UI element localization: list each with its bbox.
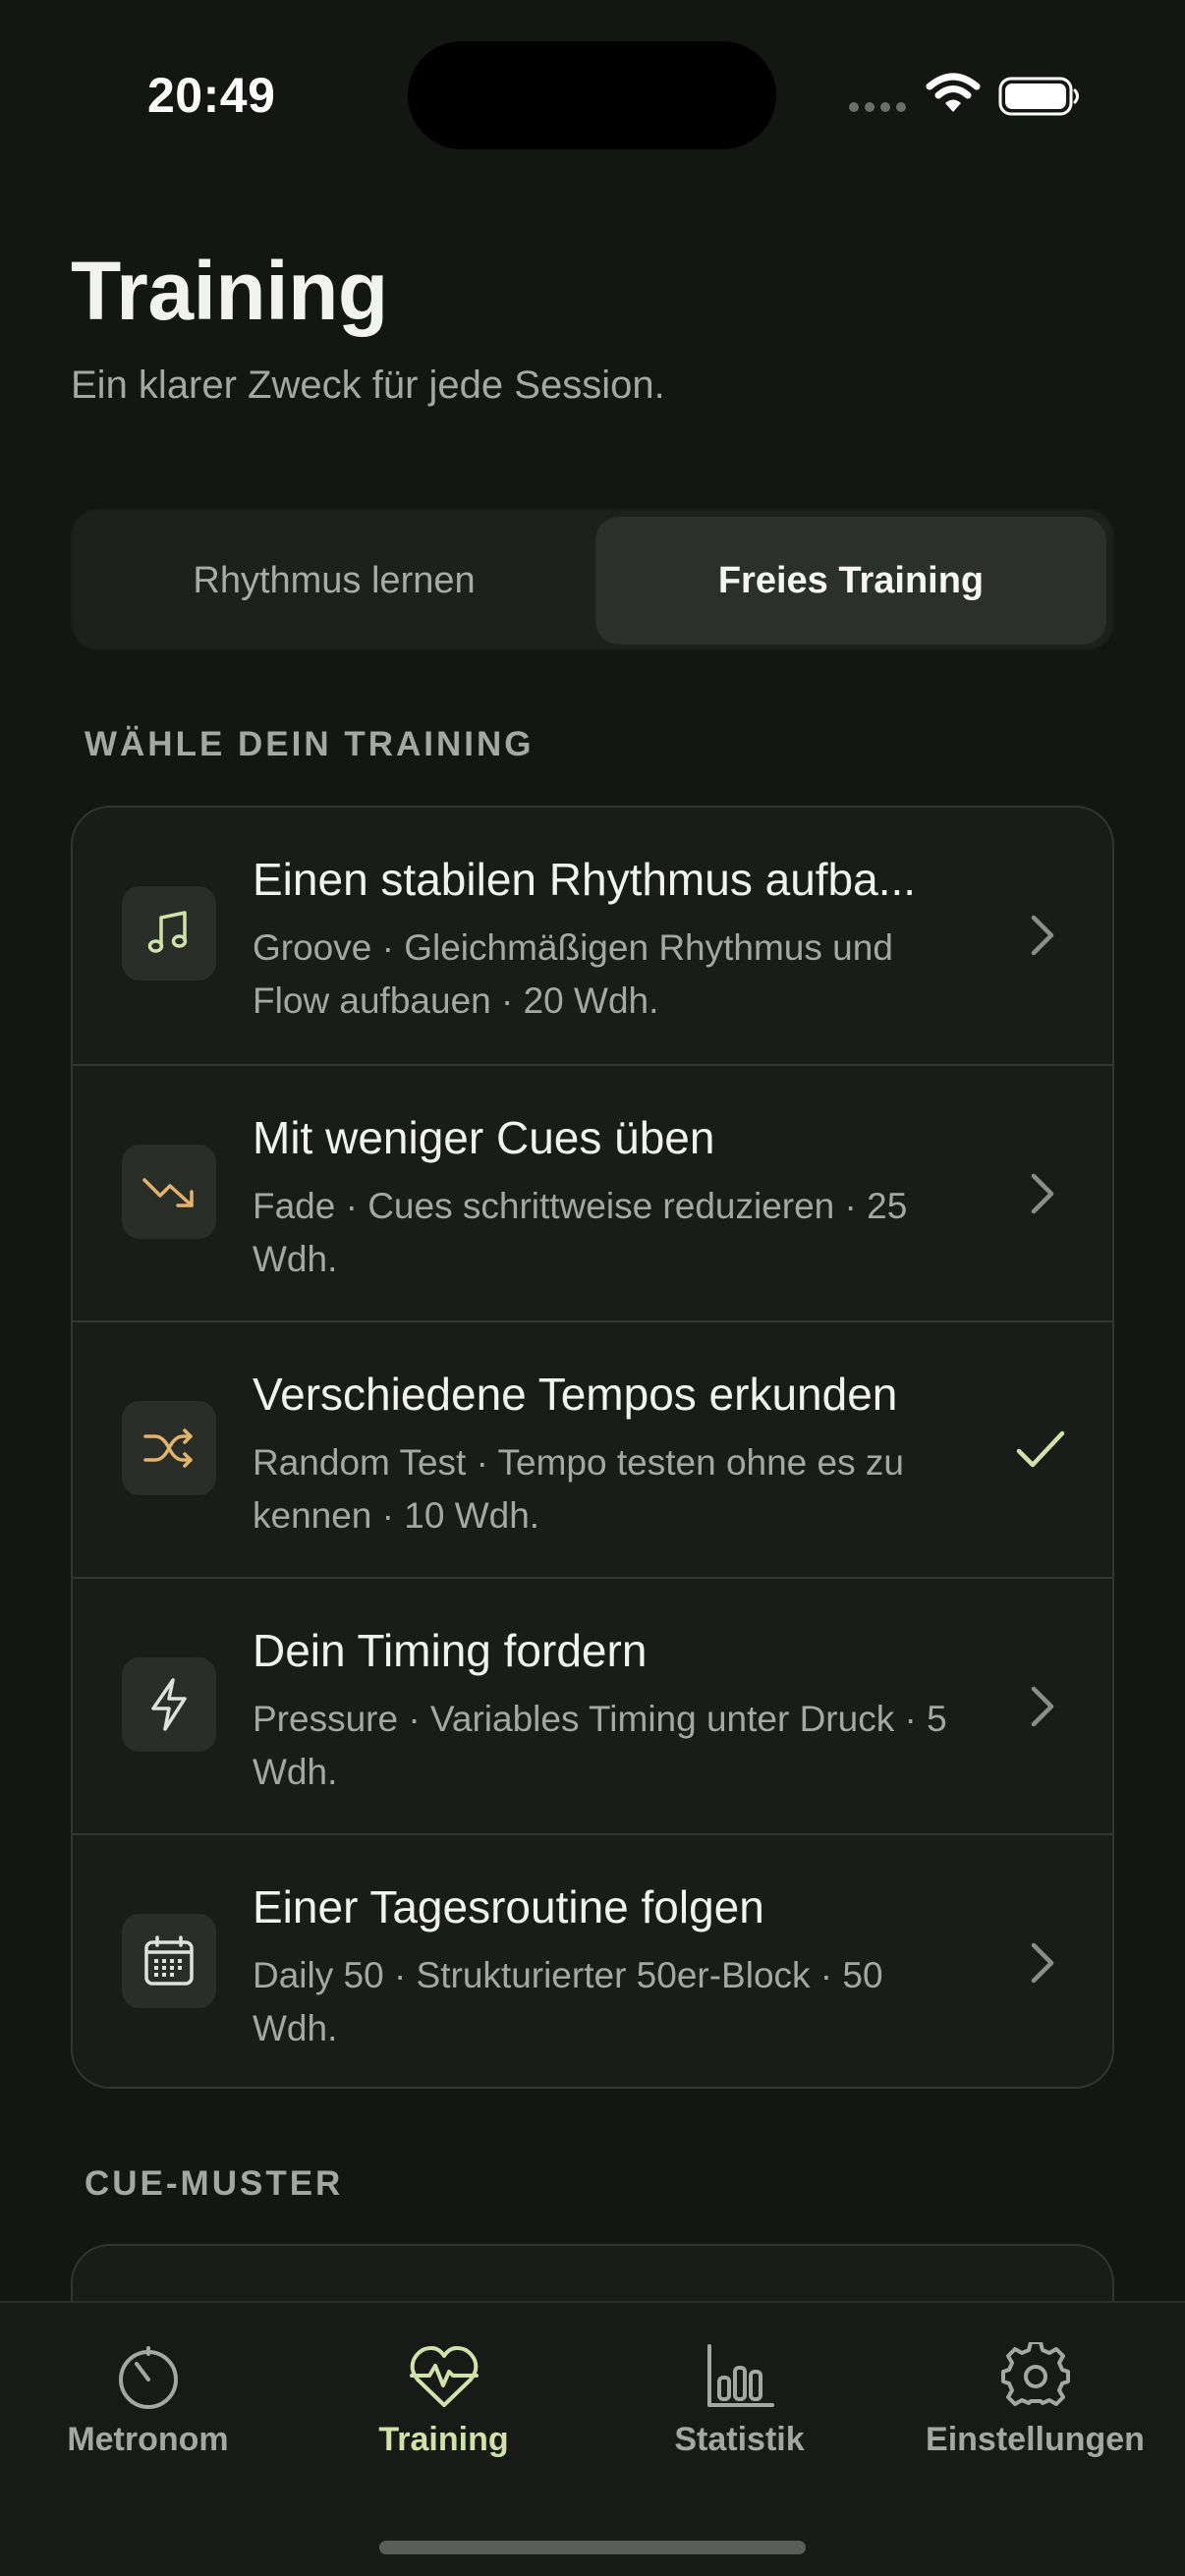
chevron-right-icon [1018, 906, 1067, 965]
shuffle-icon [122, 1401, 216, 1495]
training-description: Groove · Gleichmäßigen Rhythmus und Flow… [253, 927, 893, 1021]
segment-freies-training[interactable]: Freies Training [595, 517, 1106, 644]
section-label-choose-training: WÄHLE DEIN TRAINING [85, 725, 535, 763]
segment-rhythmus-lernen[interactable]: Rhythmus lernen [79, 517, 590, 644]
tab-training[interactable]: Training [296, 2342, 592, 2459]
tab-statistik[interactable]: Statistik [592, 2342, 887, 2459]
training-description: Fade · Cues schrittweise reduzieren · 25… [253, 1186, 908, 1279]
tab-label: Einstellungen [926, 2421, 1145, 2458]
trend-down-icon [122, 1145, 216, 1239]
training-description: Random Test · Tempo testen ohne es zu ke… [253, 1442, 904, 1536]
page-subtitle: Ein klarer Zweck für jede Session. [71, 364, 665, 407]
cellular-signal-icon [849, 102, 906, 112]
tab-label: Training [378, 2421, 509, 2458]
tab-bar: Metronom Training Statistik Einstellunge… [0, 2301, 1185, 2576]
training-description: Pressure · Variables Timing unter Druck … [253, 1699, 947, 1792]
training-title: Verschiedene Tempos erkunden [253, 1369, 898, 1420]
music-note-icon [122, 886, 216, 980]
chevron-right-icon [1018, 1677, 1067, 1736]
section-label-cue-pattern: CUE-MUSTER [85, 2164, 344, 2203]
wifi-icon [926, 73, 981, 112]
training-screen: 20:49 Training Ein klarer Zweck für jede… [0, 0, 1185, 2576]
training-item-fade[interactable]: Mit weniger Cues üben Fade · Cues schrit… [73, 1064, 1112, 1320]
lightning-icon [122, 1657, 216, 1752]
metronome-gauge-icon [118, 2346, 178, 2409]
tab-metronom[interactable]: Metronom [0, 2342, 296, 2459]
battery-icon [998, 77, 1079, 116]
training-item-daily-50[interactable]: Einer Tagesroutine folgen Daily 50 · Str… [73, 1833, 1112, 2087]
gear-icon [1000, 2342, 1070, 2406]
training-list: Einen stabilen Rhythmus aufba... Groove … [71, 806, 1114, 2089]
status-time: 20:49 [147, 68, 276, 123]
chevron-right-icon [1018, 1933, 1067, 1992]
training-title: Dein Timing fordern [253, 1625, 648, 1676]
chevron-right-icon [1018, 1164, 1067, 1223]
training-item-pressure[interactable]: Dein Timing fordern Pressure · Variables… [73, 1577, 1112, 1833]
dynamic-island [408, 41, 776, 149]
tab-label: Metronom [67, 2421, 229, 2458]
mode-segmented-control: Rhythmus lernen Freies Training [71, 509, 1114, 650]
training-title: Einer Tagesroutine folgen [253, 1881, 764, 1932]
calendar-icon [122, 1914, 216, 2008]
training-title: Mit weniger Cues üben [253, 1112, 715, 1163]
heart-pulse-icon [409, 2346, 479, 2407]
bar-chart-icon [706, 2344, 774, 2407]
tab-einstellungen[interactable]: Einstellungen [887, 2342, 1183, 2459]
training-item-groove[interactable]: Einen stabilen Rhythmus aufba... Groove … [73, 808, 1112, 1064]
home-indicator [379, 2541, 806, 2554]
training-title: Einen stabilen Rhythmus aufba... [253, 854, 917, 905]
training-description: Daily 50 · Strukturierter 50er-Block · 5… [253, 1955, 883, 2048]
tab-label: Statistik [674, 2421, 805, 2458]
checkmark-icon [1006, 1421, 1075, 1480]
page-title: Training [71, 245, 388, 337]
training-item-random-test[interactable]: Verschiedene Tempos erkunden Random Test… [73, 1320, 1112, 1577]
